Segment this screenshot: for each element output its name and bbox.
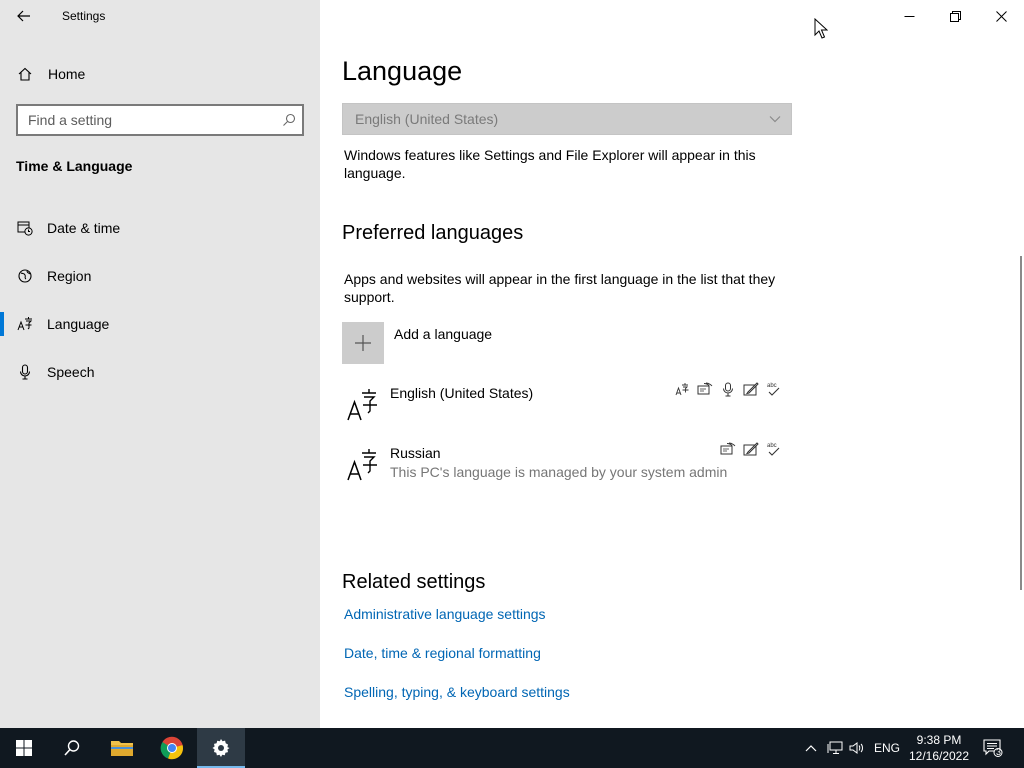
mouse-cursor-icon: [814, 18, 828, 39]
related-settings-title: Related settings: [342, 571, 486, 593]
section-title: Time & Language: [16, 158, 133, 174]
home-label: Home: [48, 66, 86, 82]
volume-icon: [849, 742, 863, 754]
display-language-dropdown[interactable]: English (United States): [342, 103, 792, 135]
sidebar: Settings Home Time & Language Date & tim…: [0, 0, 320, 728]
clock-date: 12/16/2022: [908, 749, 970, 763]
add-language-button[interactable]: Add a language: [342, 322, 492, 364]
input-language-label: ENG: [873, 741, 900, 755]
add-language-label: Add a language: [394, 326, 493, 342]
restore-icon: [949, 10, 961, 22]
language-icon: [346, 447, 378, 483]
speech-recognition-icon: [720, 381, 736, 397]
sidebar-item-date-time[interactable]: Date & time: [0, 204, 320, 252]
clock-time: 9:38 PM: [916, 733, 962, 747]
language-name: Russian: [390, 445, 441, 461]
microphone-icon: [16, 363, 34, 381]
home-icon: [16, 65, 34, 83]
language-row-english[interactable]: English (United States) abc: [342, 382, 792, 435]
show-hidden-icons-button[interactable]: [800, 728, 822, 768]
preferred-languages-description: Apps and websites will appear in the fir…: [344, 271, 776, 305]
calendar-clock-icon: [16, 219, 34, 237]
handwriting-icon: [743, 441, 759, 457]
date-time-regional-formatting-link[interactable]: Date, time & regional formatting: [344, 645, 541, 661]
volume-button[interactable]: [846, 728, 868, 768]
home-link[interactable]: Home: [16, 62, 85, 86]
chrome-button[interactable]: [148, 728, 196, 768]
search-icon[interactable]: [276, 107, 302, 133]
handwriting-icon: [743, 381, 759, 397]
close-button[interactable]: [978, 0, 1024, 32]
sidebar-item-label: Language: [47, 316, 110, 332]
language-icon: [346, 387, 378, 423]
chrome-icon: [160, 736, 183, 760]
language-icon: [16, 315, 34, 333]
text-to-speech-icon: [720, 441, 736, 457]
back-arrow-icon: [17, 10, 30, 22]
search-icon: [64, 740, 80, 756]
spelling-typing-keyboard-link[interactable]: Spelling, typing, & keyboard settings: [344, 684, 570, 700]
language-features: abc: [674, 381, 782, 397]
chevron-down-icon: [769, 110, 781, 128]
notification-count: 3: [996, 747, 1002, 757]
svg-text:abc: abc: [767, 383, 777, 389]
admin-language-settings-link[interactable]: Administrative language settings: [344, 606, 546, 622]
sidebar-item-speech[interactable]: Speech: [0, 348, 320, 396]
clock[interactable]: 9:38 PM 12/16/2022: [902, 732, 976, 764]
sidebar-item-region[interactable]: Region: [0, 252, 320, 300]
taskbar: ENG 9:38 PM 12/16/2022 3: [0, 728, 1024, 768]
settings-icon: [212, 739, 230, 757]
network-button[interactable]: [824, 728, 846, 768]
minimize-button[interactable]: [886, 0, 932, 32]
plus-icon: [342, 322, 384, 364]
preferred-languages-title: Preferred languages: [342, 222, 524, 244]
minimize-icon: [904, 15, 914, 17]
sidebar-item-label: Date & time: [47, 220, 121, 236]
sidebar-item-label: Speech: [47, 364, 95, 380]
file-explorer-icon: [111, 741, 133, 756]
settings-taskbar-button[interactable]: [197, 728, 245, 768]
main-content: Language English (United States) Windows…: [320, 0, 1024, 728]
language-name: English (United States): [390, 385, 534, 401]
svg-text:abc: abc: [767, 443, 777, 449]
restore-button[interactable]: [932, 0, 978, 32]
globe-icon: [16, 267, 34, 285]
sidebar-item-language[interactable]: Language: [0, 300, 320, 348]
start-button[interactable]: [0, 728, 48, 768]
scrollbar[interactable]: [1020, 256, 1022, 590]
language-subtitle: This PC's language is managed by your sy…: [390, 464, 728, 480]
text-to-speech-icon: [697, 381, 713, 397]
search-box[interactable]: [16, 104, 304, 136]
display-language-description: Windows features like Settings and File …: [344, 147, 756, 181]
language-pack-icon: [674, 381, 690, 397]
sidebar-nav: Date & time Region Language Speech: [0, 204, 320, 396]
taskbar-search-button[interactable]: [48, 728, 96, 768]
language-row-russian[interactable]: Russian This PC's language is managed by…: [342, 442, 792, 495]
page-title: Language: [342, 56, 463, 86]
sidebar-item-label: Region: [47, 268, 92, 284]
spellcheck-icon: abc: [766, 381, 782, 397]
start-icon: [16, 740, 32, 756]
back-button[interactable]: [10, 4, 38, 28]
app-title: Settings: [62, 9, 106, 23]
network-icon: [827, 741, 843, 754]
language-features: abc: [720, 441, 782, 457]
file-explorer-button[interactable]: [98, 728, 146, 768]
close-icon: [995, 10, 1007, 22]
spellcheck-icon: abc: [766, 441, 782, 457]
input-language-button[interactable]: ENG: [870, 728, 904, 768]
chevron-up-icon: [805, 745, 817, 752]
search-input[interactable]: [28, 112, 276, 128]
display-language-value: English (United States): [355, 111, 499, 127]
action-center-button[interactable]: 3: [978, 728, 1008, 768]
